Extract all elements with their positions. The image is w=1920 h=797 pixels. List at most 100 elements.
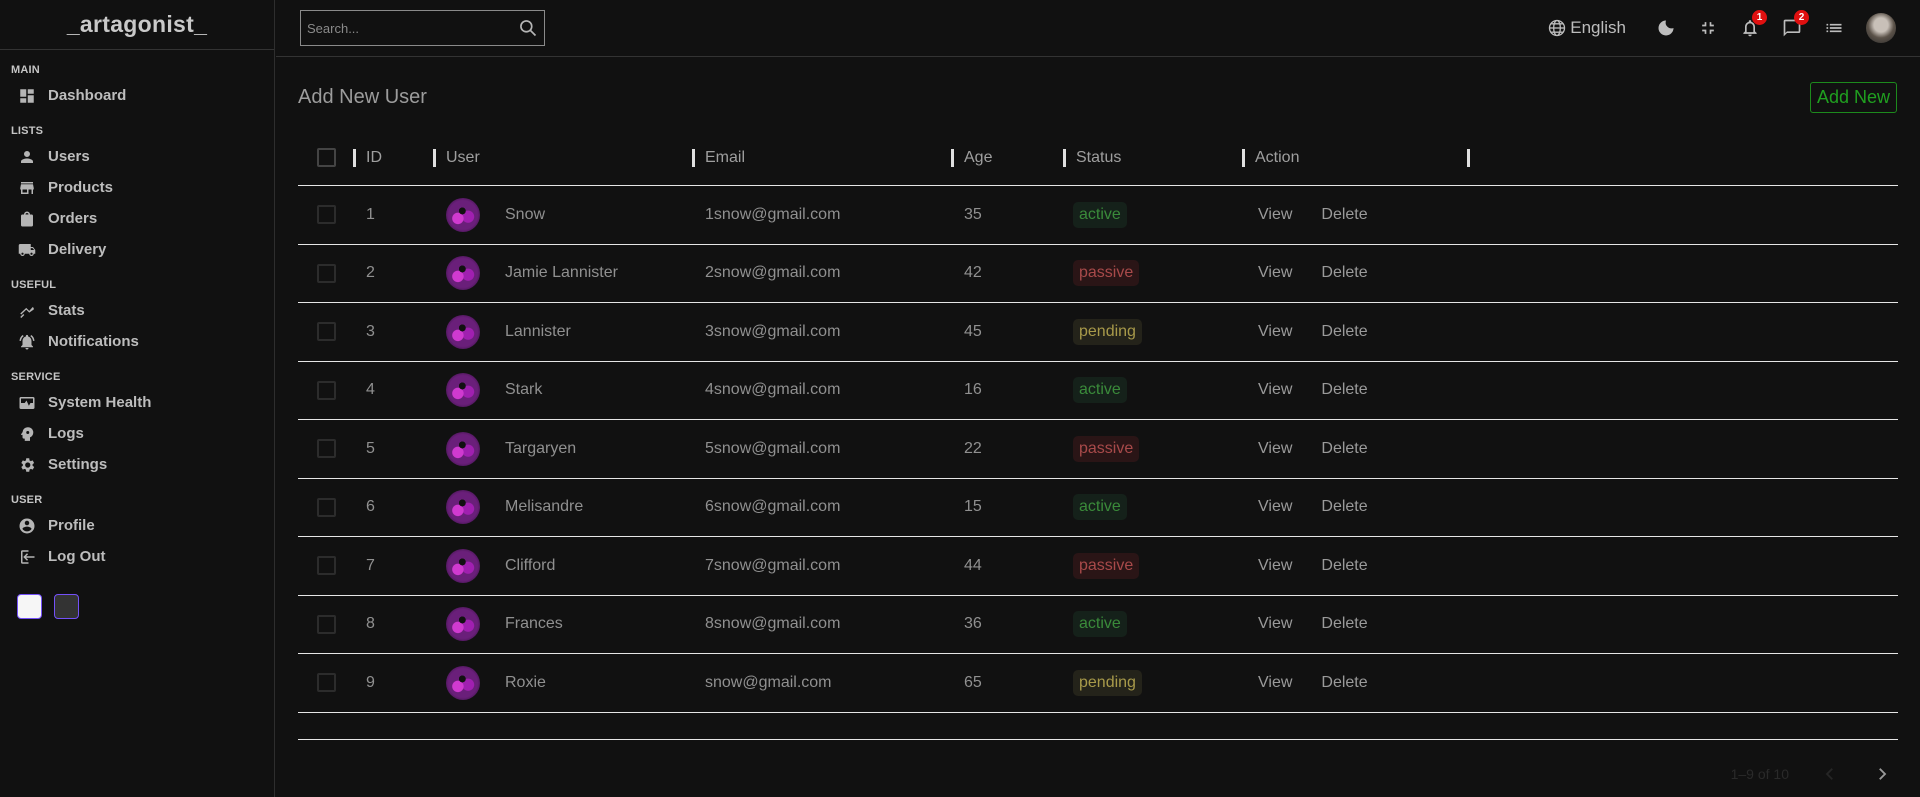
view-button[interactable]: View	[1258, 440, 1292, 458]
table-row[interactable]: 1 Snow 1snow@gmail.com 35 active View De…	[298, 186, 1898, 245]
delete-button[interactable]: Delete	[1321, 264, 1367, 282]
sidebar-item-notifications[interactable]: Notifications	[0, 326, 274, 357]
delete-button[interactable]: Delete	[1321, 440, 1367, 458]
sidebar-item-system-health[interactable]: System Health	[0, 387, 274, 418]
sidebar-item-stats[interactable]: Stats	[0, 295, 274, 326]
sidebar-item-orders[interactable]: Orders	[0, 203, 274, 234]
row-select-cell	[298, 439, 353, 459]
cell-user: Lannister	[433, 314, 692, 349]
user-avatar-button[interactable]	[1866, 13, 1896, 43]
row-checkbox[interactable]	[317, 673, 336, 693]
cell-action: View Delete	[1242, 323, 1467, 341]
sidebar-section-useful: USEFUL Stats Notifications	[0, 279, 274, 357]
sidebar-item-label: Log Out	[48, 548, 106, 565]
cell-email: 4snow@gmail.com	[705, 381, 841, 399]
dark-theme-button[interactable]	[54, 594, 79, 619]
column-separator[interactable]	[951, 148, 954, 167]
status-badge: active	[1073, 494, 1127, 521]
select-all-checkbox[interactable]	[317, 148, 336, 167]
sidebar-item-settings[interactable]: Settings	[0, 449, 274, 480]
sidebar-section-user: USER Profile Log Out	[0, 494, 274, 572]
table-row[interactable]: 7 Clifford 7snow@gmail.com 44 passive Vi…	[298, 537, 1898, 596]
delete-button[interactable]: Delete	[1321, 615, 1367, 633]
notifications-button[interactable]: 1	[1740, 10, 1767, 38]
light-theme-button[interactable]	[17, 594, 42, 619]
sidebar-item-products[interactable]: Products	[0, 172, 274, 203]
sidebar-section-title: LISTS	[11, 125, 44, 137]
row-checkbox[interactable]	[317, 439, 336, 459]
row-checkbox[interactable]	[317, 205, 336, 225]
sidebar-item-delivery[interactable]: Delivery	[0, 234, 274, 265]
table-row[interactable]: 4 Stark 4snow@gmail.com 16 active View D…	[298, 362, 1898, 420]
row-checkbox[interactable]	[317, 263, 336, 283]
table-row[interactable]: 2 Jamie Lannister 2snow@gmail.com 42 pas…	[298, 245, 1898, 303]
row-checkbox[interactable]	[317, 322, 336, 342]
row-select-cell	[298, 205, 353, 225]
table-row[interactable]: 9 Roxie snow@gmail.com 65 pending View D…	[298, 654, 1898, 713]
row-checkbox[interactable]	[317, 556, 336, 576]
search-input[interactable]	[307, 20, 507, 36]
column-header-id[interactable]: ID	[353, 148, 433, 167]
view-button[interactable]: View	[1258, 674, 1292, 692]
sidebar-item-log-out[interactable]: Log Out	[0, 541, 274, 572]
view-button[interactable]: View	[1258, 557, 1292, 575]
sidebar-item-label: Settings	[48, 456, 108, 473]
avatar	[1866, 13, 1896, 43]
table-row[interactable]: 5 Targaryen 5snow@gmail.com 22 passive V…	[298, 420, 1898, 479]
column-separator[interactable]	[1467, 148, 1470, 167]
table-row[interactable]: 6 Melisandre 6snow@gmail.com 15 active V…	[298, 479, 1898, 537]
column-separator[interactable]	[353, 148, 356, 167]
row-checkbox[interactable]	[317, 497, 336, 517]
delete-button[interactable]: Delete	[1321, 206, 1367, 224]
delete-button[interactable]: Delete	[1321, 674, 1367, 692]
table-row[interactable]: 3 Lannister 3snow@gmail.com 45 pending V…	[298, 303, 1898, 362]
next-page-button[interactable]	[1871, 763, 1893, 785]
sidebar-item-dashboard[interactable]: Dashboard	[0, 80, 274, 111]
row-checkbox[interactable]	[317, 380, 336, 400]
messages-button[interactable]: 2	[1782, 10, 1809, 38]
previous-page-button[interactable]	[1819, 763, 1841, 785]
search-icon[interactable]	[518, 18, 538, 38]
view-button[interactable]: View	[1258, 381, 1292, 399]
avatar	[446, 548, 480, 583]
add-new-button[interactable]: Add New	[1809, 81, 1897, 113]
column-separator[interactable]	[433, 148, 436, 167]
language-selector[interactable]: English	[1547, 18, 1626, 38]
column-header-email[interactable]: Email	[692, 148, 951, 167]
column-header-user[interactable]: User	[433, 148, 692, 167]
store-icon	[18, 179, 36, 197]
page-title: Add New User	[298, 85, 427, 108]
row-select-cell	[298, 614, 353, 634]
dark-mode-toggle[interactable]	[1656, 18, 1676, 38]
view-button[interactable]: View	[1258, 498, 1292, 516]
fullscreen-exit-button[interactable]	[1698, 18, 1718, 38]
sidebar-item-profile[interactable]: Profile	[0, 510, 274, 541]
sidebar-item-label: Products	[48, 179, 114, 196]
sidebar-item-logs[interactable]: Logs	[0, 418, 274, 449]
column-header-action[interactable]: Action	[1242, 148, 1467, 167]
page-header: Add New User Add New	[298, 81, 1898, 113]
list-menu-button[interactable]	[1824, 18, 1844, 38]
sidebar-item-users[interactable]: Users	[0, 141, 274, 172]
delete-button[interactable]: Delete	[1321, 557, 1367, 575]
view-button[interactable]: View	[1258, 615, 1292, 633]
delete-button[interactable]: Delete	[1321, 498, 1367, 516]
logo[interactable]: _artagonist_	[67, 11, 207, 38]
column-separator[interactable]	[1063, 148, 1066, 167]
cell-email: 5snow@gmail.com	[705, 439, 841, 457]
column-separator[interactable]	[1242, 148, 1245, 167]
column-header-age[interactable]: Age	[951, 148, 1063, 167]
avatar	[446, 665, 480, 700]
view-button[interactable]: View	[1258, 206, 1292, 224]
cell-status: active	[1063, 494, 1242, 521]
avatar	[446, 256, 480, 291]
row-checkbox[interactable]	[317, 614, 336, 634]
delete-button[interactable]: Delete	[1321, 381, 1367, 399]
view-button[interactable]: View	[1258, 264, 1292, 282]
table-row[interactable]: 8 Frances 8snow@gmail.com 36 active View…	[298, 596, 1898, 654]
delete-button[interactable]: Delete	[1321, 323, 1367, 341]
cell-email: 3snow@gmail.com	[705, 322, 841, 340]
column-header-status[interactable]: Status	[1063, 148, 1242, 167]
view-button[interactable]: View	[1258, 323, 1292, 341]
column-separator[interactable]	[692, 148, 695, 167]
